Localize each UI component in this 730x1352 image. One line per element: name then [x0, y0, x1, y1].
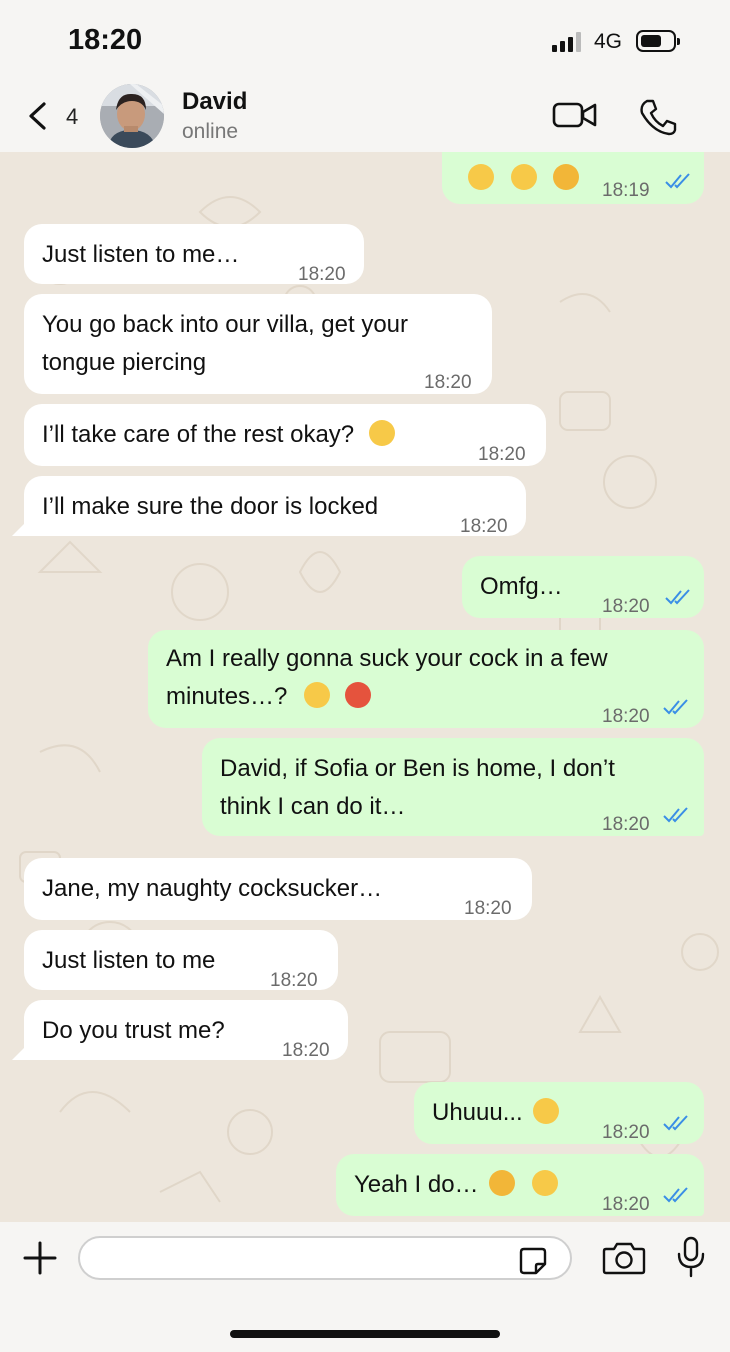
message-bubble-incoming[interactable]: Just listen to me… 18:20	[24, 224, 364, 285]
read-ticks-icon	[663, 699, 688, 715]
zany-face-icon	[368, 420, 395, 446]
screaming-face-icon	[553, 164, 580, 190]
camera-icon[interactable]	[602, 1240, 646, 1276]
video-call-icon[interactable]	[552, 100, 598, 130]
microphone-icon[interactable]	[676, 1236, 706, 1278]
message-time: 18:20	[602, 706, 650, 727]
message-text: Yeah I do…	[354, 1171, 479, 1198]
message-time: 18:20	[602, 1194, 650, 1215]
message-time: 18:20	[602, 814, 650, 835]
unread-count[interactable]: 4	[66, 104, 78, 130]
read-ticks-icon	[665, 173, 690, 189]
message-bubble-outgoing[interactable]: Omfg… 18:20	[462, 556, 704, 618]
message-bubble-incoming[interactable]: I’ll make sure the door is locked 18:20	[24, 476, 526, 537]
avatar[interactable]	[100, 84, 164, 148]
voice-call-icon[interactable]	[638, 98, 678, 136]
message-text: I’ll take care of the rest okay?	[42, 421, 355, 448]
message-time: 18:20	[478, 444, 526, 465]
message-bubble-incoming[interactable]: You go back into our villa, get your ton…	[24, 294, 492, 394]
message-text: Just listen to me…	[42, 241, 240, 268]
message-bubble-incoming[interactable]: Just listen to me 18:20	[24, 930, 338, 991]
message-emoji-row	[464, 160, 580, 198]
message-time: 18:20	[270, 970, 318, 991]
read-ticks-icon	[663, 1187, 688, 1203]
network-type: 4G	[594, 30, 623, 53]
message-text-line2: think I can do it…	[220, 793, 406, 820]
message-text: Uhuuu...	[432, 1099, 523, 1126]
signal-strength-icon	[552, 32, 588, 52]
sticker-icon[interactable]	[518, 1246, 548, 1276]
message-composer	[0, 1222, 730, 1352]
message-text-line2: tongue piercing	[42, 349, 207, 376]
message-input[interactable]	[78, 1236, 572, 1280]
home-indicator	[230, 1330, 500, 1338]
message-bubble-incoming[interactable]: Jane, my naughty cocksucker… 18:20	[24, 858, 532, 920]
message-text: Do you trust me?	[42, 1017, 225, 1044]
plus-icon[interactable]	[22, 1240, 58, 1276]
weary-face-icon	[489, 1170, 516, 1196]
message-text-line1: Am I really gonna suck your cock in a fe…	[166, 645, 608, 672]
message-time: 18:20	[298, 264, 346, 285]
contact-name[interactable]: David	[182, 88, 247, 116]
message-text: I’ll make sure the door is locked	[42, 493, 379, 520]
grimacing-face-icon	[531, 1170, 558, 1196]
flushed-face-icon	[468, 164, 494, 190]
read-ticks-icon	[665, 589, 690, 605]
message-time: 18:20	[460, 516, 508, 537]
message-text-line1: You go back into our villa, get your	[42, 311, 409, 338]
message-text: Jane, my naughty cocksucker…	[42, 875, 383, 902]
bubble-tail	[12, 520, 28, 536]
status-bar: 18:20 4G	[0, 0, 730, 80]
message-time: 18:19	[602, 180, 650, 201]
message-time: 18:20	[282, 1040, 330, 1061]
hot-face-icon	[344, 682, 371, 708]
message-time: 18:20	[602, 1122, 650, 1143]
message-bubble-outgoing[interactable]: Yeah I do… 18:20	[336, 1154, 704, 1216]
message-time: 18:20	[602, 596, 650, 617]
message-time: 18:20	[464, 898, 512, 919]
message-bubble-outgoing[interactable]: David, if Sofia or Ben is home, I don’t …	[202, 738, 704, 836]
back-chevron-icon[interactable]	[26, 102, 50, 130]
flushed-face-icon	[304, 682, 331, 708]
message-bubble-incoming[interactable]: Do you trust me? 18:20	[24, 1000, 348, 1061]
message-time: 18:20	[424, 372, 472, 393]
message-bubble-incoming[interactable]: I’ll take care of the rest okay? 18:20	[24, 404, 546, 466]
message-bubble-outgoing[interactable]: 18:19	[442, 152, 704, 204]
read-ticks-icon	[663, 807, 688, 823]
battery-icon	[636, 30, 680, 52]
status-time: 18:20	[68, 24, 143, 56]
message-text: Omfg…	[480, 573, 563, 600]
flushed-face-icon	[533, 1098, 560, 1124]
read-ticks-icon	[663, 1115, 688, 1131]
message-text-line1: David, if Sofia or Ben is home, I don’t	[220, 755, 615, 782]
contact-status: online	[182, 120, 239, 143]
astonished-face-icon	[510, 164, 537, 190]
message-bubble-outgoing[interactable]: Am I really gonna suck your cock in a fe…	[148, 630, 704, 728]
chat-header: 4 David online	[0, 80, 730, 152]
message-text-line2: minutes…?	[166, 683, 288, 710]
bubble-tail	[12, 1044, 28, 1060]
message-text: Just listen to me	[42, 947, 216, 974]
message-bubble-outgoing[interactable]: Uhuuu... 18:20	[414, 1082, 704, 1144]
